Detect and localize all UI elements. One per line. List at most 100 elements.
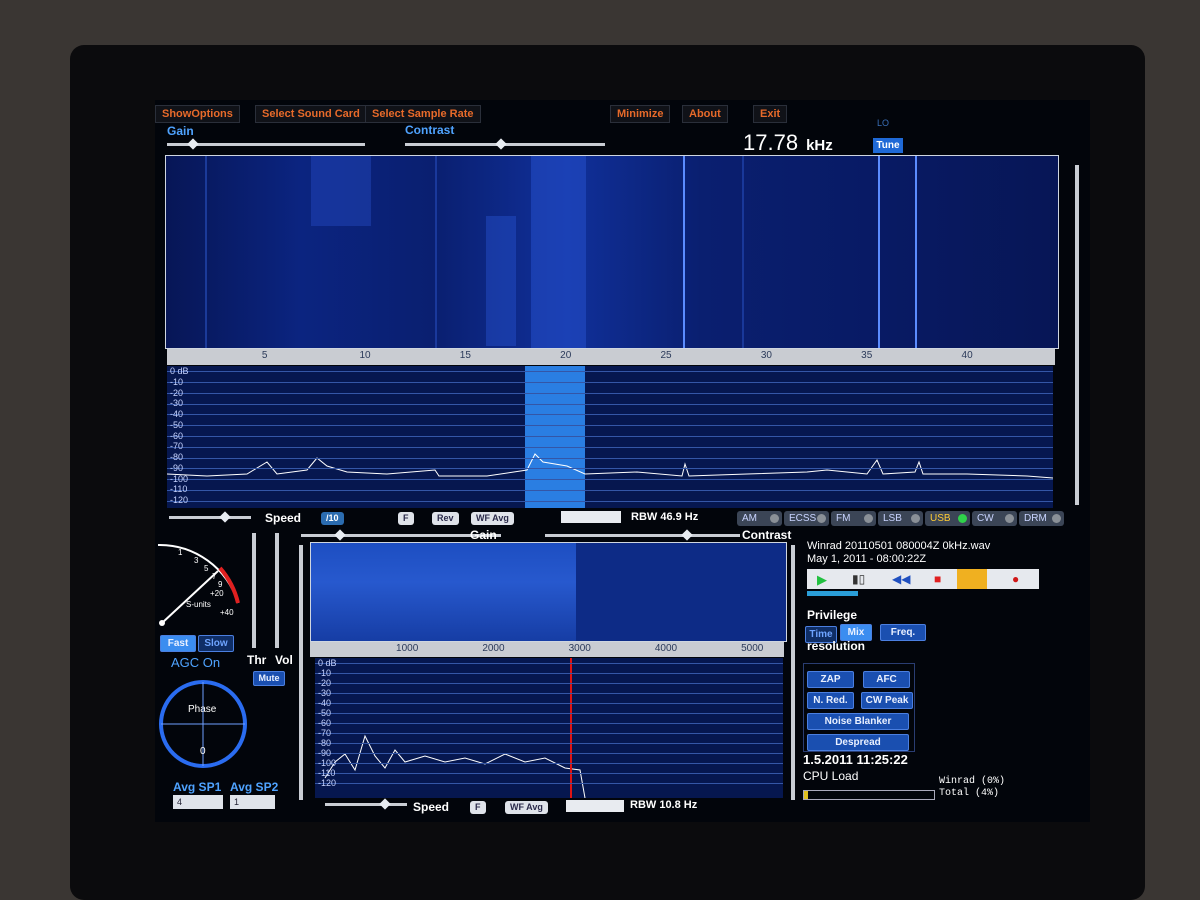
about-button[interactable]: About [682,105,728,123]
audio-waterfall[interactable] [310,542,787,642]
mode-button-ecss[interactable]: ECSS [784,511,829,526]
main-waterfall[interactable] [165,155,1059,349]
audio-f-button[interactable]: F [470,801,486,814]
noise-blanker-button[interactable]: Noise Blanker [807,713,909,730]
play-icon[interactable]: ▶ [817,572,827,588]
db-tick-label: -70 [318,728,332,738]
reverse-button[interactable]: Rev [432,512,459,525]
record-icon[interactable]: ● [1012,572,1019,586]
recording-progress [807,591,859,596]
meter-label: 9 [218,580,223,589]
grid-line [167,414,1053,416]
meter-label: 3 [194,556,199,565]
minimize-button[interactable]: Minimize [610,105,671,123]
zap-button[interactable]: ZAP [807,671,854,688]
grid-line [315,683,783,684]
tune-button[interactable]: Tune [873,138,903,153]
audio-spectrum-trace [324,658,586,798]
volume-slider[interactable] [275,533,279,648]
cw-peak-button[interactable]: CW Peak [861,692,913,709]
avg-sp1-select[interactable]: 4 [173,795,223,809]
audio-left-slider[interactable] [299,545,303,800]
main-f-button[interactable]: F [398,512,414,525]
db-tick-label: -10 [170,376,184,387]
loop-icon[interactable] [957,569,987,589]
mute-button[interactable]: Mute [253,671,285,686]
mode-button-am[interactable]: AM [737,511,782,526]
db-tick-label: -40 [318,698,332,708]
mode-button-cw[interactable]: CW [972,511,1017,526]
grid-line [167,403,1053,405]
axis-tick-label: 5000 [741,643,764,654]
main-rbw-label: RBW 46.9 Hz [631,511,699,523]
gain-slider[interactable] [167,138,365,150]
grid-line [315,743,783,744]
avg-sp1-label: Avg SP1 [173,780,222,794]
stop-icon[interactable]: ■ [934,572,941,586]
audio-speed-label: Speed [413,800,450,814]
select-sound-card-button[interactable]: Select Sound Card [255,105,367,123]
mode-button-drm[interactable]: DRM [1019,511,1064,526]
mode-label: AM [742,513,757,524]
noise-reduction-button[interactable]: N. Red. [807,692,854,709]
audio-zoom-control[interactable] [566,800,624,812]
grid-line [167,457,1053,459]
grid-line [315,763,783,764]
db-tick-label: -20 [318,678,332,688]
avg-sp2-select[interactable]: 1 [230,795,275,809]
mode-button-usb[interactable]: USB [925,511,970,526]
avg-sp2-label: Avg SP2 [230,780,279,794]
winrad-load-label: Winrad [939,776,976,787]
audio-contrast-slider[interactable] [545,529,740,541]
cpu-load-label: CPU Load [803,769,859,783]
grid-line [315,693,783,694]
mode-button-lsb[interactable]: LSB [878,511,923,526]
audio-contrast-label: Contrast [742,528,792,542]
audio-right-slider[interactable] [791,545,795,800]
main-zoom-control[interactable] [561,511,621,523]
select-sample-rate-button[interactable]: Select Sample Rate [365,105,481,123]
mode-indicator-icon [864,514,873,523]
mode-label: DRM [1024,513,1047,524]
step-icon[interactable]: ▮▯ [852,572,865,586]
exit-button[interactable]: Exit [753,105,788,123]
speed-divider-button[interactable]: /10 [321,512,344,525]
grid-line [315,753,783,754]
axis-tick-label: 35 [861,350,873,361]
main-wf-avg-button[interactable]: WF Avg [471,512,514,525]
speed-slider[interactable] [169,511,251,523]
mode-label: CW [977,513,994,524]
threshold-slider[interactable] [252,533,256,648]
privilege-freq-button[interactable]: Freq. [880,624,926,641]
grid-line [167,371,1053,373]
db-tick-label: -60 [318,718,332,728]
db-tick-label: -10 [318,668,332,678]
db-tick-label: -20 [170,387,184,398]
phase-dial[interactable]: Phase 0 [157,678,252,773]
audio-speed-slider[interactable] [325,798,407,810]
rewind-icon[interactable]: ◀◀ [892,572,910,586]
meter-label: 7 [212,572,217,581]
audio-wf-avg-button[interactable]: WF Avg [505,801,548,814]
audio-spectrum[interactable]: 0 dB -10 -20 -30 -40 -50 -60 -70 -80 -90 -100 -110-… [315,658,783,798]
clock-display: 1.5.2011 11:25:22 [803,752,908,767]
axis-tick-label: 5 [261,350,268,361]
main-frequency-axis: 5 10 15 20 25 30 35 40 [167,349,1055,365]
grid-line [315,713,783,714]
contrast-slider[interactable] [405,138,605,150]
show-options-button[interactable]: ShowOptions [155,105,240,123]
phase-label: Phase [188,704,217,715]
main-spectrum[interactable]: 0 dB -10 -20 -30 -40 -50 -60 -70 -80 -90 -100 -110-… [167,366,1053,508]
mode-button-fm[interactable]: FM [831,511,876,526]
resolution-label: resolution [807,639,866,653]
agc-fast-button[interactable]: Fast [160,635,196,652]
db-tick-label: -50 [170,419,184,430]
axis-tick-label: 1000 [396,643,419,654]
right-level-slider[interactable] [1075,165,1079,505]
speed-label: Speed [265,511,302,525]
meter-units-label: S-units [186,600,211,609]
waterfall-lines [205,156,917,348]
afc-button[interactable]: AFC [863,671,910,688]
agc-slow-button[interactable]: Slow [198,635,234,652]
despread-button[interactable]: Despread [807,734,909,751]
